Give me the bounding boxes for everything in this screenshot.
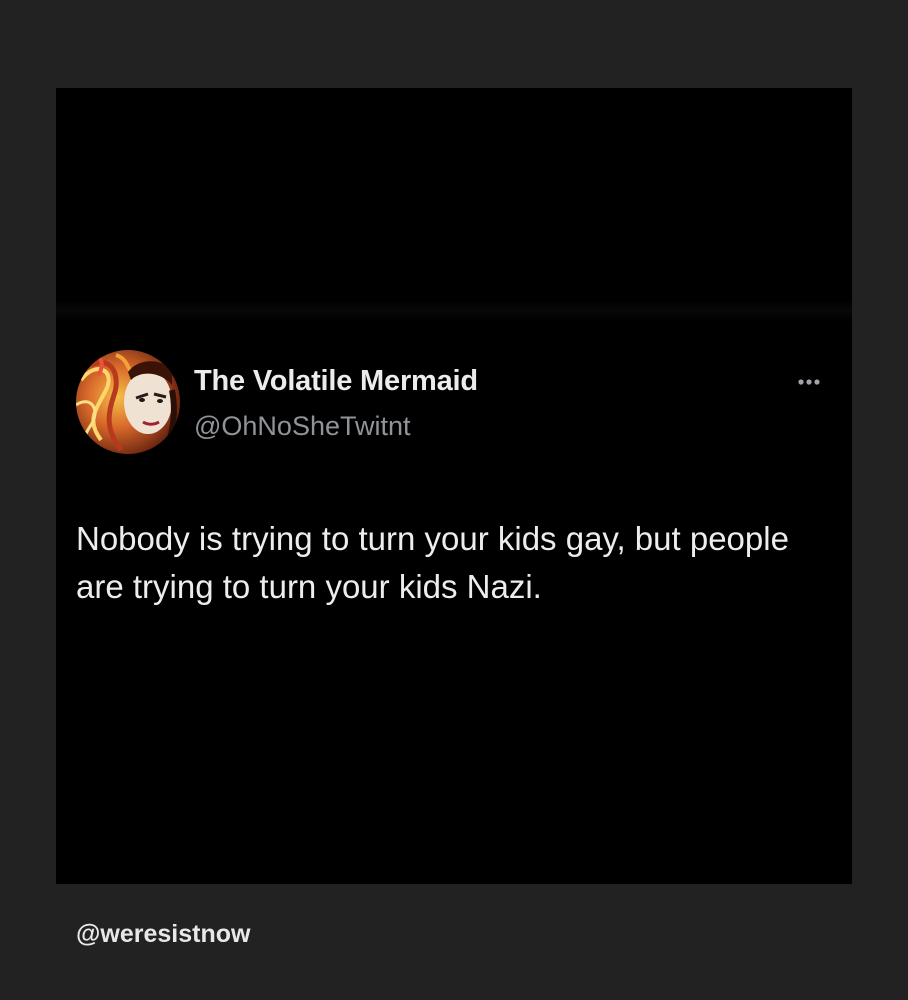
author-display-name[interactable]: The Volatile Mermaid (194, 365, 478, 398)
card-divider-band (56, 300, 852, 322)
ellipsis-icon[interactable] (793, 372, 833, 392)
author-handle[interactable]: @OhNoSheTwitnt (194, 411, 411, 442)
author-avatar[interactable] (76, 350, 180, 454)
tweet-card: The Volatile Mermaid @OhNoSheTwitnt Nobo… (56, 88, 852, 884)
tweet-body-text: Nobody is trying to turn your kids gay, … (76, 520, 789, 605)
source-credit: @weresistnow (76, 920, 251, 948)
avatar-portrait-icon (76, 350, 180, 454)
